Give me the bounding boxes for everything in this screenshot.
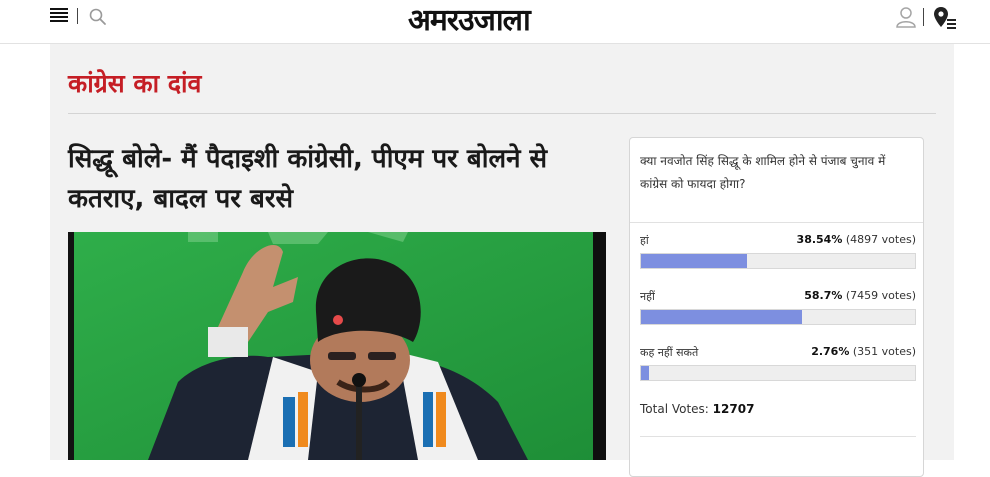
poll-option-bar: [640, 253, 916, 269]
user-icon[interactable]: [894, 5, 918, 29]
poll-question: क्या नवजोत सिंह सिद्धू के शामिल होने से …: [640, 154, 886, 191]
main-content: कांग्रेस का दांव सिद्धू बोले- मैं पैदाइश…: [50, 44, 954, 477]
poll-option-bar-fill: [641, 366, 649, 380]
header-divider: [77, 8, 78, 24]
section-divider: [68, 113, 936, 114]
poll-option-bar-fill: [641, 310, 802, 324]
poll-option[interactable]: हां 38.54% (4897 votes): [640, 233, 916, 275]
site-header: अमरउजाला: [0, 0, 990, 44]
poll-divider: [630, 222, 923, 223]
article-photo[interactable]: [68, 232, 606, 460]
poll-total-value: 12707: [712, 402, 755, 416]
poll-option-stat: 58.7% (7459 votes): [804, 289, 916, 302]
search-icon[interactable]: [88, 7, 108, 27]
location-icon[interactable]: [932, 5, 958, 31]
poll-option[interactable]: कह नहीं सकते 2.76% (351 votes): [640, 345, 916, 387]
poll-footer-divider: [640, 436, 916, 437]
poll-total: Total Votes: 12707: [640, 402, 754, 416]
poll-option-votes: (7459 votes): [845, 289, 916, 302]
poll-option-bar-fill: [641, 254, 747, 268]
section-title[interactable]: कांग्रेस का दांव: [68, 66, 201, 100]
poll-option-label: नहीं: [640, 290, 655, 303]
opinion-poll: क्या नवजोत सिंह सिद्धू के शामिल होने से …: [629, 137, 924, 477]
poll-option-label: कह नहीं सकते: [640, 346, 699, 359]
poll-total-label: Total Votes:: [640, 402, 709, 416]
poll-option-votes: (351 votes): [852, 345, 916, 358]
site-logo[interactable]: अमरउजाला: [408, 0, 531, 38]
poll-option-bar: [640, 365, 916, 381]
poll-option-votes: (4897 votes): [845, 233, 916, 246]
poll-option-stat: 38.54% (4897 votes): [797, 233, 916, 246]
header-divider-right: [923, 8, 924, 26]
poll-option-percent: 58.7%: [804, 289, 843, 302]
menu-icon[interactable]: [50, 8, 68, 24]
poll-option-stat: 2.76% (351 votes): [811, 345, 916, 358]
article-headline[interactable]: सिद्धू बोले- मैं पैदाइशी कांग्रेसी, पीएम…: [68, 139, 608, 219]
poll-option-percent: 38.54%: [796, 233, 843, 246]
poll-option-bar: [640, 309, 916, 325]
poll-option-percent: 2.76%: [811, 345, 850, 358]
poll-option[interactable]: नहीं 58.7% (7459 votes): [640, 289, 916, 331]
poll-option-label: हां: [640, 234, 649, 247]
